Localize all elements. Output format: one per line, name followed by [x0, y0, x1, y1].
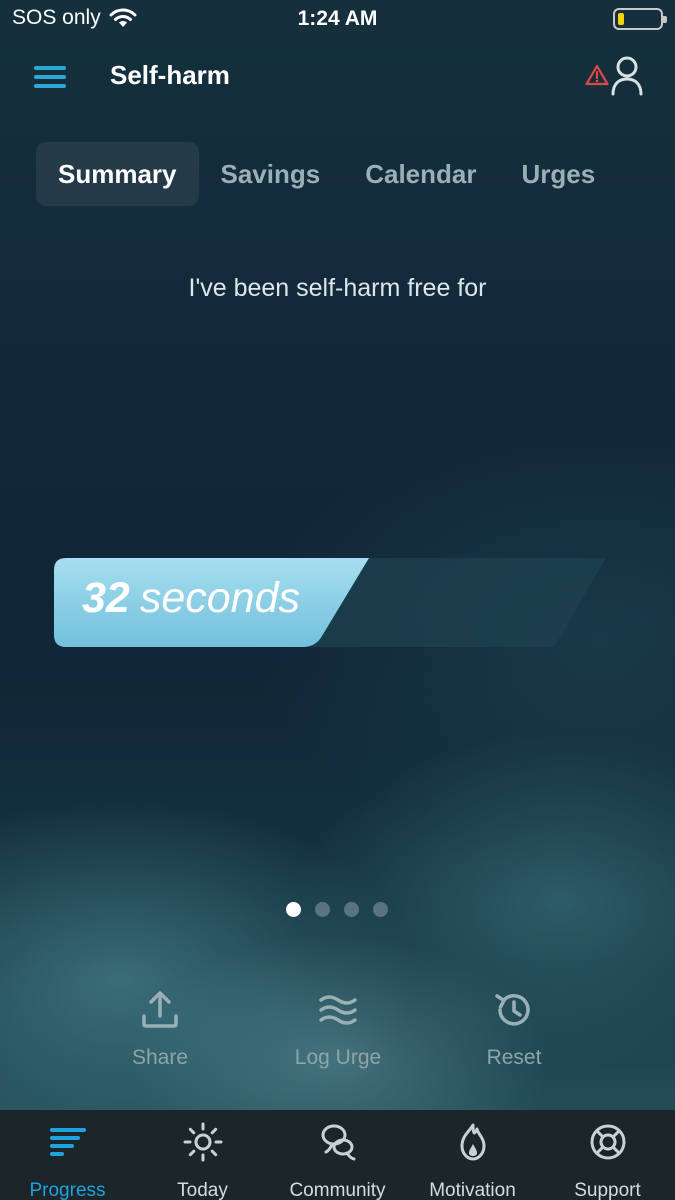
reset-label: Reset — [486, 1046, 542, 1069]
streak-counter: 32 seconds — [54, 558, 606, 648]
tab-bar: Summary Savings Calendar Urges — [36, 142, 595, 206]
share-label: Share — [131, 1046, 189, 1069]
hamburger-menu-icon[interactable] — [34, 66, 66, 88]
reset-history-icon — [495, 994, 530, 1026]
community-chat-icon — [321, 1124, 355, 1161]
log-urge-button[interactable]: Log Urge — [258, 988, 418, 1070]
share-upload-icon — [142, 991, 178, 1028]
nav-support[interactable]: Support — [540, 1110, 675, 1200]
nav-progress-label: Progress — [29, 1180, 106, 1200]
nav-progress[interactable]: Progress — [0, 1110, 135, 1200]
nav-community-label: Community — [289, 1180, 386, 1200]
page-dot-4[interactable] — [373, 902, 388, 917]
status-time: 1:24 AM — [297, 7, 378, 30]
page-title: Self-harm — [110, 60, 230, 90]
reset-button[interactable]: Reset — [434, 988, 594, 1070]
log-urge-label: Log Urge — [294, 1046, 382, 1069]
page-dot-2[interactable] — [315, 902, 330, 917]
nav-today-label: Today — [177, 1180, 228, 1200]
status-bar: SOS only 1:24 AM — [0, 0, 675, 40]
tab-summary[interactable]: Summary — [36, 142, 199, 206]
page-indicator — [286, 902, 388, 917]
counter-text: 32 seconds — [82, 574, 300, 623]
motivation-flame-icon — [460, 1123, 485, 1161]
page-dot-3[interactable] — [344, 902, 359, 917]
nav-today[interactable]: Today — [135, 1110, 270, 1200]
bottom-nav: Progress Today Community Motivation Supp… — [0, 1110, 675, 1200]
battery-icon — [613, 8, 667, 30]
counter-value: 32 — [82, 574, 130, 622]
nav-motivation[interactable]: Motivation — [405, 1110, 540, 1200]
waves-icon — [319, 995, 357, 1025]
nav-motivation-label: Motivation — [429, 1180, 516, 1200]
user-profile-icon[interactable] — [609, 54, 645, 96]
battery-level — [618, 13, 624, 25]
warning-triangle-icon[interactable] — [585, 64, 609, 86]
share-button[interactable]: Share — [80, 988, 240, 1070]
nav-community[interactable]: Community — [270, 1110, 405, 1200]
tab-savings[interactable]: Savings — [221, 142, 321, 206]
battery-nub — [663, 16, 667, 23]
free-for-text: I've been self-harm free for — [188, 274, 487, 302]
lifebuoy-icon — [590, 1124, 625, 1160]
app-header: Self-harm — [0, 50, 675, 102]
page-dot-1[interactable] — [286, 902, 301, 917]
progress-bars-icon — [49, 1128, 86, 1156]
tab-calendar[interactable]: Calendar — [365, 142, 476, 206]
tab-urges[interactable]: Urges — [521, 142, 595, 206]
sun-icon — [183, 1122, 222, 1162]
app-screen: SOS only 1:24 AM Self-harm Summary Savin… — [0, 0, 675, 1200]
nav-support-label: Support — [574, 1180, 641, 1200]
counter-unit: seconds — [139, 574, 301, 622]
